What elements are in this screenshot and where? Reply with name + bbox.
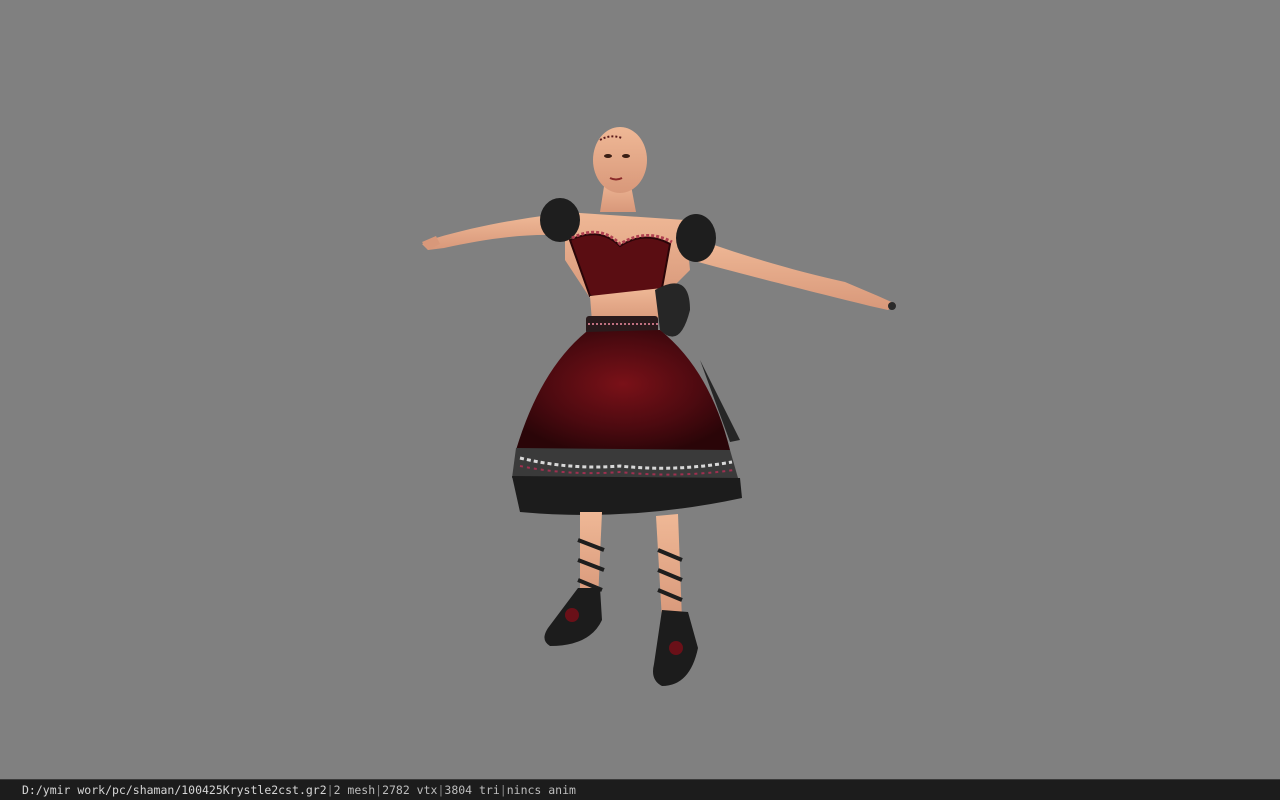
left-arm (422, 215, 555, 250)
mesh-count: 2 mesh (333, 783, 376, 797)
separator: | (326, 783, 334, 797)
animation-status: nincs anim (506, 783, 576, 797)
head (593, 127, 647, 193)
separator: | (375, 783, 383, 797)
character-model (422, 127, 896, 686)
triangle-count: 3804 tri (444, 783, 500, 797)
skirt-ruffle (512, 476, 742, 515)
file-path: D:/ymir work/pc/shaman/100425Krystle2cst… (22, 783, 327, 797)
separator: | (499, 783, 507, 797)
skirt (516, 330, 730, 450)
vertex-count: 2782 vtx (382, 783, 438, 797)
separator: | (437, 783, 445, 797)
right-sleeve (676, 214, 716, 262)
back-bow (655, 283, 690, 337)
right-arm (698, 240, 896, 310)
3d-viewport[interactable] (0, 0, 1280, 779)
status-bar: D:/ymir work/pc/shaman/100425Krystle2cst… (0, 779, 1280, 800)
